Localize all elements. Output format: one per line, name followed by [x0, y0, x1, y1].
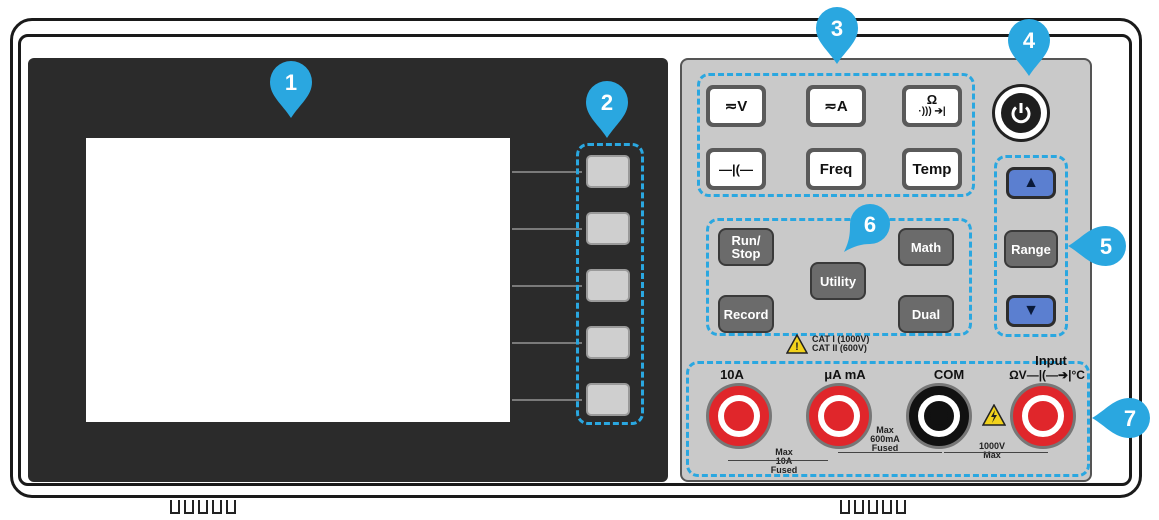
- callout-2: 2: [584, 80, 630, 145]
- record-button[interactable]: Record: [718, 295, 774, 333]
- softkey-4[interactable]: [586, 326, 630, 359]
- softkey-5[interactable]: [586, 383, 630, 416]
- capacitance-button[interactable]: —|(—: [706, 148, 766, 190]
- terminal-com-label: COM: [933, 367, 965, 382]
- dc-ac-current-button[interactable]: ≂A: [806, 85, 866, 127]
- svg-text:2: 2: [601, 90, 613, 115]
- frequency-button[interactable]: Freq: [806, 148, 866, 190]
- resistance-continuity-diode-button[interactable]: Ω ·))) ➔|: [902, 85, 962, 127]
- terminal-com-jack[interactable]: [906, 383, 972, 449]
- fuse-10a-label: Max 10A Fused: [770, 447, 798, 475]
- max-voltage-label: 1000V Max: [978, 441, 1006, 460]
- softkey-2[interactable]: [586, 212, 630, 245]
- up-arrow-button[interactable]: ▲: [1006, 167, 1056, 199]
- terminal-ua-ma-label: μA mA: [824, 367, 866, 382]
- svg-text:4: 4: [1023, 28, 1036, 53]
- softkey-line: [512, 171, 582, 173]
- bracket-line: [944, 452, 1048, 453]
- terminal-10a-label: 10A: [720, 367, 744, 382]
- svg-text:5: 5: [1100, 234, 1112, 259]
- callout-1: 1: [268, 60, 314, 125]
- svg-text:!: !: [795, 341, 799, 353]
- svg-text:1: 1: [285, 70, 297, 95]
- cat-rating-label: CAT I (1000V) CAT II (600V): [812, 334, 870, 353]
- bracket-line: [838, 452, 942, 453]
- power-icon: [1001, 93, 1041, 133]
- callout-3: 3: [814, 6, 860, 71]
- device-feet-left: [170, 500, 236, 514]
- range-button[interactable]: Range: [1004, 230, 1058, 268]
- run-stop-button[interactable]: Run/Stop: [718, 228, 774, 266]
- terminal-input-symbols: ΩV—|(—➔|°C: [1009, 368, 1085, 382]
- dc-ac-voltage-button[interactable]: ≂V: [706, 85, 766, 127]
- softkey-line: [512, 228, 582, 230]
- power-button[interactable]: [992, 84, 1050, 142]
- softkey-line: [512, 342, 582, 344]
- math-button[interactable]: Math: [898, 228, 954, 266]
- softkey-line: [512, 399, 582, 401]
- dual-button[interactable]: Dual: [898, 295, 954, 333]
- callout-4: 4: [1006, 18, 1052, 83]
- device-feet-right: [840, 500, 906, 514]
- warning-triangle-icon: !: [785, 333, 809, 359]
- softkey-3[interactable]: [586, 269, 630, 302]
- svg-text:7: 7: [1124, 406, 1136, 431]
- svg-text:6: 6: [864, 212, 876, 237]
- callout-5: 5: [1066, 224, 1130, 273]
- svg-text:3: 3: [831, 16, 843, 41]
- fuse-600ma-label: Max 600mA Fused: [870, 425, 900, 453]
- temperature-button[interactable]: Temp: [902, 148, 962, 190]
- callout-6: 6: [840, 200, 894, 259]
- softkey-line: [512, 285, 582, 287]
- terminal-input-jack[interactable]: [1010, 383, 1076, 449]
- high-voltage-warning-icon: [981, 403, 1007, 431]
- lcd-screen: [86, 138, 510, 422]
- continuity-diode-symbol: ·))) ➔|: [918, 106, 946, 117]
- terminal-input-label: Input: [1035, 353, 1067, 368]
- softkey-1[interactable]: [586, 155, 630, 188]
- ohm-symbol: Ω: [926, 92, 938, 107]
- down-arrow-button[interactable]: ▼: [1006, 295, 1056, 327]
- callout-7: 7: [1090, 396, 1154, 445]
- terminal-10a-jack[interactable]: [706, 383, 772, 449]
- utility-button[interactable]: Utility: [810, 262, 866, 300]
- bracket-line: [728, 460, 828, 461]
